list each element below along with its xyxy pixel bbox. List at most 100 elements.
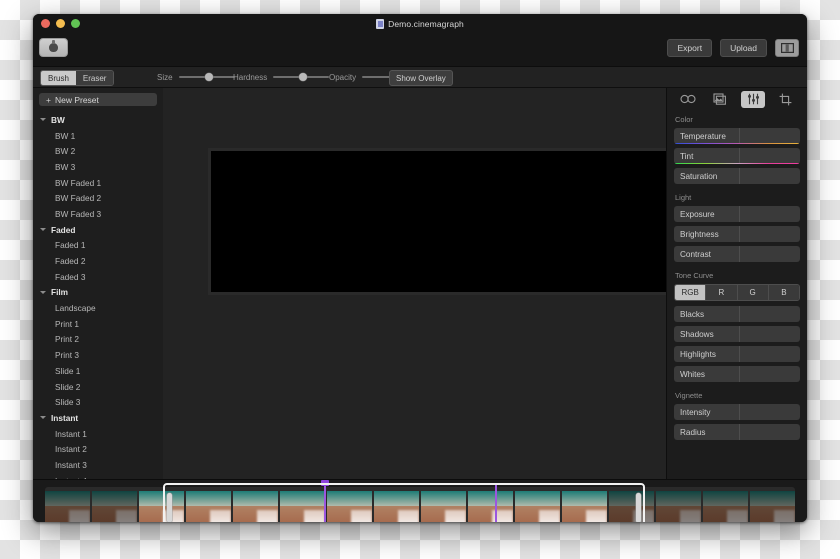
row-value[interactable] <box>740 206 800 222</box>
adjustments-sliders-icon[interactable] <box>741 90 766 108</box>
list-item[interactable]: Print 3 <box>33 347 163 363</box>
row-value[interactable] <box>740 404 800 420</box>
list-item[interactable]: BW 1 <box>33 128 163 144</box>
row-whites[interactable]: Whites <box>674 366 800 382</box>
show-overlay-button[interactable]: Show Overlay <box>389 70 453 86</box>
hardness-slider-knob[interactable] <box>299 72 308 81</box>
new-preset-label: New Preset <box>54 94 99 105</box>
chevron-down-icon[interactable] <box>40 118 46 122</box>
new-preset-button[interactable]: + New Preset <box>39 93 157 106</box>
hardness-slider[interactable] <box>273 72 330 81</box>
sidebar-group-bw[interactable]: BW <box>33 112 163 128</box>
titlebar: Demo.cinemagraph <box>33 14 807 33</box>
list-item[interactable]: Slide 2 <box>33 379 163 395</box>
image-canvas[interactable] <box>163 88 693 479</box>
channel-r[interactable]: R <box>706 285 738 300</box>
channel-b[interactable]: B <box>768 285 799 300</box>
sidebar-group-film[interactable]: Film <box>33 285 163 301</box>
crop-icon[interactable] <box>774 91 798 108</box>
list-item[interactable]: Slide 3 <box>33 394 163 410</box>
timeline-frame[interactable] <box>750 491 795 522</box>
list-item[interactable]: BW Faded 2 <box>33 190 163 206</box>
row-value[interactable] <box>740 346 800 362</box>
timeline-frame[interactable] <box>45 491 90 522</box>
list-item[interactable]: Faded 3 <box>33 269 163 285</box>
timeline-frame[interactable] <box>233 491 278 522</box>
list-item[interactable]: Print 1 <box>33 316 163 332</box>
tone-curve-channel-segmented[interactable]: RGB R G B <box>674 284 800 301</box>
timeline-frame[interactable] <box>92 491 137 522</box>
filmstrip[interactable] <box>45 487 795 522</box>
photo-stack-icon[interactable] <box>709 91 733 108</box>
timeline-frame[interactable] <box>703 491 748 522</box>
list-item[interactable]: Instant 1 <box>33 426 163 442</box>
row-value[interactable] <box>740 366 800 382</box>
chevron-down-icon[interactable] <box>40 290 46 294</box>
brush-tool-icon[interactable] <box>39 38 68 57</box>
row-radius[interactable]: Radius <box>674 424 800 440</box>
row-value[interactable] <box>740 326 800 342</box>
timeline-frame[interactable] <box>280 491 325 522</box>
timeline-frame[interactable] <box>562 491 607 522</box>
list-item[interactable]: BW Faded 1 <box>33 175 163 191</box>
sidebar-group-instant[interactable]: Instant <box>33 410 163 426</box>
list-item[interactable]: Instant 2 <box>33 441 163 457</box>
playhead-marker-1[interactable] <box>324 483 326 522</box>
list-item[interactable]: Print 2 <box>33 332 163 348</box>
timeline-frame[interactable] <box>421 491 466 522</box>
row-shadows[interactable]: Shadows <box>674 326 800 342</box>
upload-button[interactable]: Upload <box>720 39 767 57</box>
list-item[interactable]: BW Faded 3 <box>33 206 163 222</box>
brush-eraser-segmented[interactable]: Brush Eraser <box>40 70 115 86</box>
row-value[interactable] <box>740 226 800 242</box>
row-blacks[interactable]: Blacks <box>674 306 800 322</box>
list-item[interactable]: BW 3 <box>33 159 163 175</box>
row-saturation[interactable]: Saturation <box>674 168 800 184</box>
list-item[interactable]: BW 2 <box>33 143 163 159</box>
chevron-down-icon[interactable] <box>40 416 46 420</box>
timeline-frame[interactable] <box>139 491 184 522</box>
brush-segment[interactable]: Brush <box>41 71 76 85</box>
eraser-segment[interactable]: Eraser <box>75 71 114 85</box>
list-item[interactable]: Slide 1 <box>33 363 163 379</box>
group-label: Film <box>51 287 69 298</box>
loop-icon[interactable] <box>676 91 700 108</box>
timeline-frame[interactable] <box>374 491 419 522</box>
list-item[interactable]: Instant 3 <box>33 457 163 473</box>
list-item[interactable]: Faded 2 <box>33 253 163 269</box>
row-value[interactable] <box>740 424 800 440</box>
timeline-frame[interactable] <box>468 491 513 522</box>
row-temperature[interactable]: Temperature <box>674 128 800 144</box>
sidebar-group-faded[interactable]: Faded <box>33 222 163 238</box>
preset-sidebar[interactable]: + New Preset BW BW 1 BW 2 BW 3 BW Faded … <box>33 88 164 479</box>
row-intensity[interactable]: Intensity <box>674 404 800 420</box>
timeline-frame[interactable] <box>327 491 372 522</box>
playhead-handle-top[interactable] <box>320 480 329 486</box>
panel-toggle-icon[interactable] <box>775 39 799 57</box>
channel-rgb[interactable]: RGB <box>675 285 707 300</box>
timeline[interactable] <box>33 479 807 522</box>
row-value[interactable] <box>740 246 800 262</box>
row-tint[interactable]: Tint <box>674 148 800 164</box>
timeline-frame[interactable] <box>186 491 231 522</box>
size-slider[interactable] <box>178 72 235 81</box>
timeline-frame[interactable] <box>609 491 654 522</box>
playhead-marker-2[interactable] <box>495 483 497 522</box>
channel-g[interactable]: G <box>737 285 769 300</box>
list-item[interactable]: Landscape <box>33 300 163 316</box>
size-slider-knob[interactable] <box>204 72 213 81</box>
row-value[interactable] <box>740 306 800 322</box>
row-value[interactable] <box>740 168 800 184</box>
row-contrast[interactable]: Contrast <box>674 246 800 262</box>
row-highlights[interactable]: Highlights <box>674 346 800 362</box>
timeline-frame[interactable] <box>515 491 560 522</box>
export-button[interactable]: Export <box>667 39 713 57</box>
app-window: Demo.cinemagraph Export Upload Brush Era… <box>33 14 807 522</box>
photo-container[interactable] <box>208 148 693 295</box>
chevron-down-icon[interactable] <box>40 228 46 232</box>
list-item[interactable]: Faded 1 <box>33 238 163 254</box>
timeline-frame[interactable] <box>656 491 701 522</box>
row-label: Shadows <box>674 326 740 342</box>
row-exposure[interactable]: Exposure <box>674 206 800 222</box>
row-brightness[interactable]: Brightness <box>674 226 800 242</box>
